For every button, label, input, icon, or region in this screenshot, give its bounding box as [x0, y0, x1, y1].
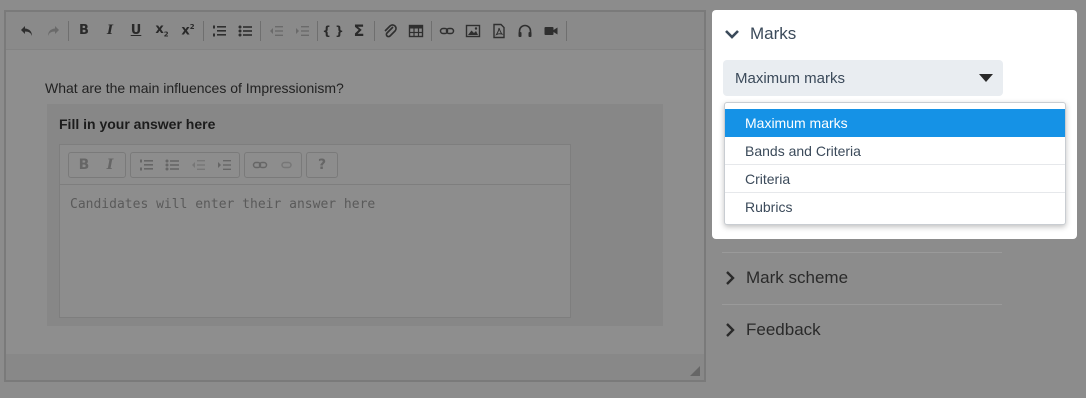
image-icon[interactable] [460, 18, 486, 44]
question-editor: B I U x2 x2 { } Σ What are the main infl… [4, 10, 706, 382]
question-text: What are the main influences of Impressi… [45, 80, 344, 96]
indent-icon [211, 154, 237, 176]
toolbar-separator [566, 20, 567, 41]
toolbar-separator [431, 20, 432, 41]
redo-icon[interactable] [40, 18, 66, 44]
resize-handle-icon[interactable] [690, 366, 700, 376]
option-criteria[interactable]: Criteria [725, 165, 1065, 193]
option-bands-and-criteria[interactable]: Bands and Criteria [725, 137, 1065, 165]
answer-editor-preview: B I ? Candidates will enter their answer… [59, 144, 571, 318]
unlink-icon [273, 154, 299, 176]
code-braces-icon[interactable]: { } [320, 18, 346, 44]
link-group [244, 151, 302, 178]
chevron-down-icon [725, 30, 739, 39]
video-icon[interactable] [538, 18, 564, 44]
outdent-icon [185, 154, 211, 176]
answer-box: Fill in your answer here B I ? Candidate… [47, 104, 663, 326]
bulleted-list-icon [159, 154, 185, 176]
answer-editor-toolbar: B I ? [60, 145, 570, 185]
bulleted-list-icon[interactable] [232, 18, 258, 44]
caret-down-icon [979, 74, 993, 82]
format-group: B I [68, 151, 126, 178]
select-value: Maximum marks [735, 69, 846, 87]
list-group [130, 151, 240, 178]
audio-icon[interactable] [512, 18, 538, 44]
toolbar-separator [374, 20, 375, 41]
editor-statusbar [6, 354, 704, 380]
table-icon[interactable] [403, 18, 429, 44]
underline-icon[interactable]: U [123, 18, 149, 44]
editor-toolbar: B I U x2 x2 { } Σ [6, 12, 704, 50]
link-icon [247, 154, 273, 176]
subscript-icon[interactable]: x2 [149, 18, 175, 44]
numbered-list-icon[interactable] [206, 18, 232, 44]
toolbar-separator [260, 20, 261, 41]
marks-type-select[interactable]: Maximum marks [723, 60, 1003, 96]
sigma-icon[interactable]: Σ [346, 18, 372, 44]
superscript-icon[interactable]: x2 [175, 18, 201, 44]
chevron-right-icon [726, 322, 735, 337]
toolbar-separator [68, 20, 69, 41]
attachment-icon[interactable] [377, 18, 403, 44]
bold-icon: B [78, 156, 90, 173]
help-group: ? [306, 151, 338, 178]
section-label: Mark scheme [746, 267, 849, 287]
italic-icon: I [106, 156, 114, 173]
pdf-icon[interactable] [486, 18, 512, 44]
marks-title: Marks [750, 24, 797, 43]
outdent-icon[interactable] [263, 18, 289, 44]
editor-content[interactable]: What are the main influences of Impressi… [6, 50, 704, 356]
toolbar-separator [317, 20, 318, 41]
indent-icon[interactable] [289, 18, 315, 44]
option-maximum-marks[interactable]: Maximum marks [725, 109, 1065, 137]
section-mark-scheme[interactable]: Mark scheme [722, 252, 1002, 302]
italic-icon[interactable]: I [97, 18, 123, 44]
toolbar-separator [203, 20, 204, 41]
marks-panel: Marks Maximum marks Maximum marks Bands … [712, 10, 1077, 239]
option-rubrics[interactable]: Rubrics [725, 193, 1065, 221]
section-feedback[interactable]: Feedback [722, 304, 1002, 354]
chevron-right-icon [726, 270, 735, 285]
numbered-list-icon [133, 154, 159, 176]
marks-header[interactable]: Marks [724, 24, 796, 44]
answer-title: Fill in your answer here [59, 116, 216, 132]
answer-placeholder: Candidates will enter their answer here [70, 197, 376, 212]
marks-type-dropdown: Maximum marks Bands and Criteria Criteri… [724, 102, 1066, 225]
help-icon: ? [317, 156, 327, 173]
undo-icon[interactable] [14, 18, 40, 44]
link-icon[interactable] [434, 18, 460, 44]
section-label: Feedback [746, 319, 821, 339]
bold-icon[interactable]: B [71, 18, 97, 44]
